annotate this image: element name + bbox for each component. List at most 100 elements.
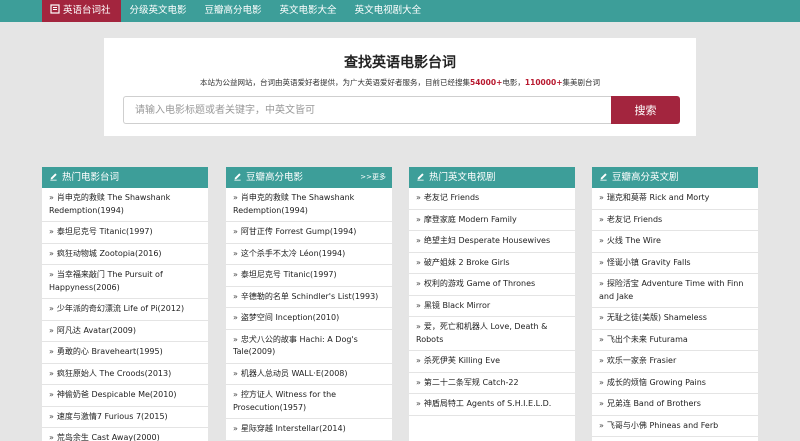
- list-item-label: 摩登家庭 Modern Family: [423, 214, 517, 224]
- list-item[interactable]: » 绝望主妇 Desperate Housewives: [409, 231, 575, 253]
- bullet-icon: »: [49, 227, 54, 236]
- bullet-icon: »: [599, 214, 604, 224]
- list-item[interactable]: » 欢乐一家亲 Frasier: [592, 351, 758, 373]
- list-item[interactable]: » 老友记 Friends: [592, 210, 758, 231]
- list-item[interactable]: » 黑镜 Black Mirror: [409, 296, 575, 317]
- list-item[interactable]: »风骚律师 Better Call Saul: [592, 437, 758, 441]
- list-item[interactable]: » 机器人总动员 WALL·E(2008): [226, 364, 392, 385]
- list-item[interactable]: » 星际穿越 Interstellar(2014): [226, 419, 392, 441]
- list-item[interactable]: » 神偷奶爸 Despicable Me(2010): [42, 385, 208, 407]
- list-item-label: 疯狂原始人 The Croods(2013): [56, 368, 172, 378]
- list-item[interactable]: » 无耻之徒(美版) Shameless: [592, 308, 758, 330]
- list-item[interactable]: » 爱，死亡和机器人 Love, Death & Robots: [409, 317, 575, 351]
- list-item-label: 杀死伊芙 Killing Eve: [423, 356, 500, 365]
- bullet-icon: »: [599, 193, 604, 202]
- list-item[interactable]: » 荒岛余生 Cast Away(2000): [42, 428, 208, 441]
- bullet-icon: »: [233, 291, 238, 301]
- list-item-label: 神偷奶爸 Despicable Me(2010): [56, 390, 177, 399]
- search-hero: 查找英语电影台词 本站为公益网站，台词由英语爱好者提供，为广大英语爱好者服务，目…: [104, 38, 696, 136]
- list-item-label: 第二十二条军规 Catch-22: [423, 377, 519, 387]
- panel-title: 豆瓣高分电影: [246, 172, 304, 183]
- list-item-label: 老友记 Friends: [423, 193, 480, 202]
- list-item-label: 怪诞小镇 Gravity Falls: [606, 257, 691, 267]
- list-item[interactable]: » 疯狂动物城 Zootopia(2016): [42, 244, 208, 265]
- nav-item-douban-movies[interactable]: 豆瓣高分电影: [196, 0, 271, 22]
- list-item[interactable]: » 破产姐妹 2 Broke Girls: [409, 253, 575, 274]
- bullet-icon: »: [233, 270, 238, 279]
- list-item[interactable]: » 老友记 Friends: [409, 188, 575, 210]
- list-item-label: 飞哥与小佛 Phineas and Ferb: [606, 420, 719, 430]
- bullet-icon: »: [599, 236, 604, 245]
- list-item[interactable]: » 肖申克的救赎 The Shawshank Redemption(1994): [42, 188, 208, 222]
- list-item[interactable]: » 飞出个未来 Futurama: [592, 330, 758, 351]
- list-item[interactable]: » 泰坦尼克号 Titanic(1997): [42, 222, 208, 244]
- bullet-icon: »: [49, 193, 54, 202]
- bullet-icon: »: [416, 257, 421, 267]
- list-item-label: 忠犬八公的故事 Hachi: A Dog's Tale(2009): [233, 334, 358, 357]
- bullet-icon: »: [416, 377, 421, 387]
- panel-title: 热门电影台词: [62, 172, 120, 183]
- list-item[interactable]: » 速度与激情7 Furious 7(2015): [42, 407, 208, 428]
- list-item[interactable]: » 控方证人 Witness for the Prosecution(1957): [226, 385, 392, 419]
- bullet-icon: »: [233, 390, 238, 399]
- list-item[interactable]: » 辛德勒的名单 Schindler's List(1993): [226, 287, 392, 308]
- list-item[interactable]: » 这个杀手不太冷 Léon(1994): [226, 244, 392, 265]
- panel-douban-movies: 豆瓣高分电影 >>更多 » 肖申克的救赎 The Shawshank Redemp…: [226, 167, 392, 441]
- nav-item-english-movies[interactable]: 英文电影大全: [271, 0, 346, 22]
- panel-hot-tv: 热门英文电视剧 » 老友记 Friends» 摩登家庭 Modern Family»…: [409, 167, 575, 441]
- list-item[interactable]: » 忠犬八公的故事 Hachi: A Dog's Tale(2009): [226, 330, 392, 364]
- list-item-label: 欢乐一家亲 Frasier: [606, 356, 677, 365]
- bullet-icon: »: [599, 279, 604, 288]
- bullet-icon: »: [49, 270, 54, 279]
- list-item[interactable]: » 阿凡达 Avatar(2009): [42, 321, 208, 342]
- more-link[interactable]: >>更多: [360, 167, 386, 188]
- bullet-icon: »: [599, 399, 604, 408]
- list-item[interactable]: » 泰坦尼克号 Titanic(1997): [226, 265, 392, 287]
- top-nav: 英语台词社 分级英文电影 豆瓣高分电影 英文电影大全 英文电视剧大全: [0, 0, 800, 22]
- list-item-label: 这个杀手不太冷 Léon(1994): [240, 248, 346, 258]
- list-item[interactable]: » 怪诞小镇 Gravity Falls: [592, 253, 758, 274]
- list-item[interactable]: » 飞哥与小佛 Phineas and Ferb: [592, 416, 758, 437]
- bullet-icon: »: [416, 322, 421, 331]
- nav-item-home[interactable]: 英语台词社: [42, 0, 121, 22]
- bullet-icon: »: [49, 248, 54, 258]
- list-item[interactable]: » 摩登家庭 Modern Family: [409, 210, 575, 231]
- list-item[interactable]: » 瑞克和莫蒂 Rick and Morty: [592, 188, 758, 210]
- list-item[interactable]: » 杀死伊芙 Killing Eve: [409, 351, 575, 373]
- list-item[interactable]: » 第二十二条军规 Catch-22: [409, 373, 575, 394]
- list-item-label: 辛德勒的名单 Schindler's List(1993): [240, 291, 379, 301]
- list-item[interactable]: » 权利的游戏 Game of Thrones: [409, 274, 575, 296]
- list-item[interactable]: » 盗梦空间 Inception(2010): [226, 308, 392, 330]
- list-item-label: 盗梦空间 Inception(2010): [240, 313, 340, 322]
- bullet-icon: »: [416, 214, 421, 224]
- bullet-icon: »: [49, 411, 54, 421]
- list-item-label: 成长的烦恼 Growing Pains: [606, 377, 706, 387]
- bullet-icon: »: [233, 227, 238, 236]
- list-item[interactable]: » 探险活宝 Adventure Time with Finn and Jake: [592, 274, 758, 308]
- bullet-icon: »: [416, 279, 421, 288]
- list-item[interactable]: » 肖申克的救赎 The Shawshank Redemption(1994): [226, 188, 392, 222]
- list-item[interactable]: » 少年派的奇幻漂流 Life of Pi(2012): [42, 299, 208, 321]
- list-item[interactable]: » 阿甘正传 Forrest Gump(1994): [226, 222, 392, 244]
- panel-list: » 肖申克的救赎 The Shawshank Redemption(1994)» 泰…: [42, 188, 208, 441]
- list-item[interactable]: » 当幸福来敲门 The Pursuit of Happyness(2006): [42, 265, 208, 299]
- bullet-icon: »: [49, 433, 54, 441]
- bullet-icon: »: [599, 356, 604, 365]
- list-item[interactable]: » 疯狂原始人 The Croods(2013): [42, 364, 208, 385]
- nav-item-english-tv[interactable]: 英文电视剧大全: [346, 0, 431, 22]
- list-item[interactable]: » 兄弟连 Band of Brothers: [592, 394, 758, 416]
- list-item-label: 肖申克的救赎 The Shawshank Redemption(1994): [233, 193, 355, 215]
- list-item-label: 当幸福来敲门 The Pursuit of Happyness(2006): [49, 270, 163, 292]
- list-item-label: 爱，死亡和机器人 Love, Death & Robots: [416, 322, 548, 344]
- list-item[interactable]: » 勇敢的心 Braveheart(1995): [42, 342, 208, 364]
- list-item-label: 黑镜 Black Mirror: [423, 300, 491, 310]
- list-item[interactable]: » 神盾局特工 Agents of S.H.I.E.L.D.: [409, 394, 575, 416]
- list-item[interactable]: » 成长的烦恼 Growing Pains: [592, 373, 758, 394]
- movie-count: 54000+: [470, 78, 503, 87]
- search-button[interactable]: 搜索: [611, 96, 680, 124]
- bullet-icon: »: [233, 313, 238, 322]
- nav-item-graded-movies[interactable]: 分级英文电影: [121, 0, 196, 22]
- bullet-icon: »: [416, 399, 421, 408]
- search-input[interactable]: [123, 96, 612, 124]
- list-item[interactable]: » 火线 The Wire: [592, 231, 758, 253]
